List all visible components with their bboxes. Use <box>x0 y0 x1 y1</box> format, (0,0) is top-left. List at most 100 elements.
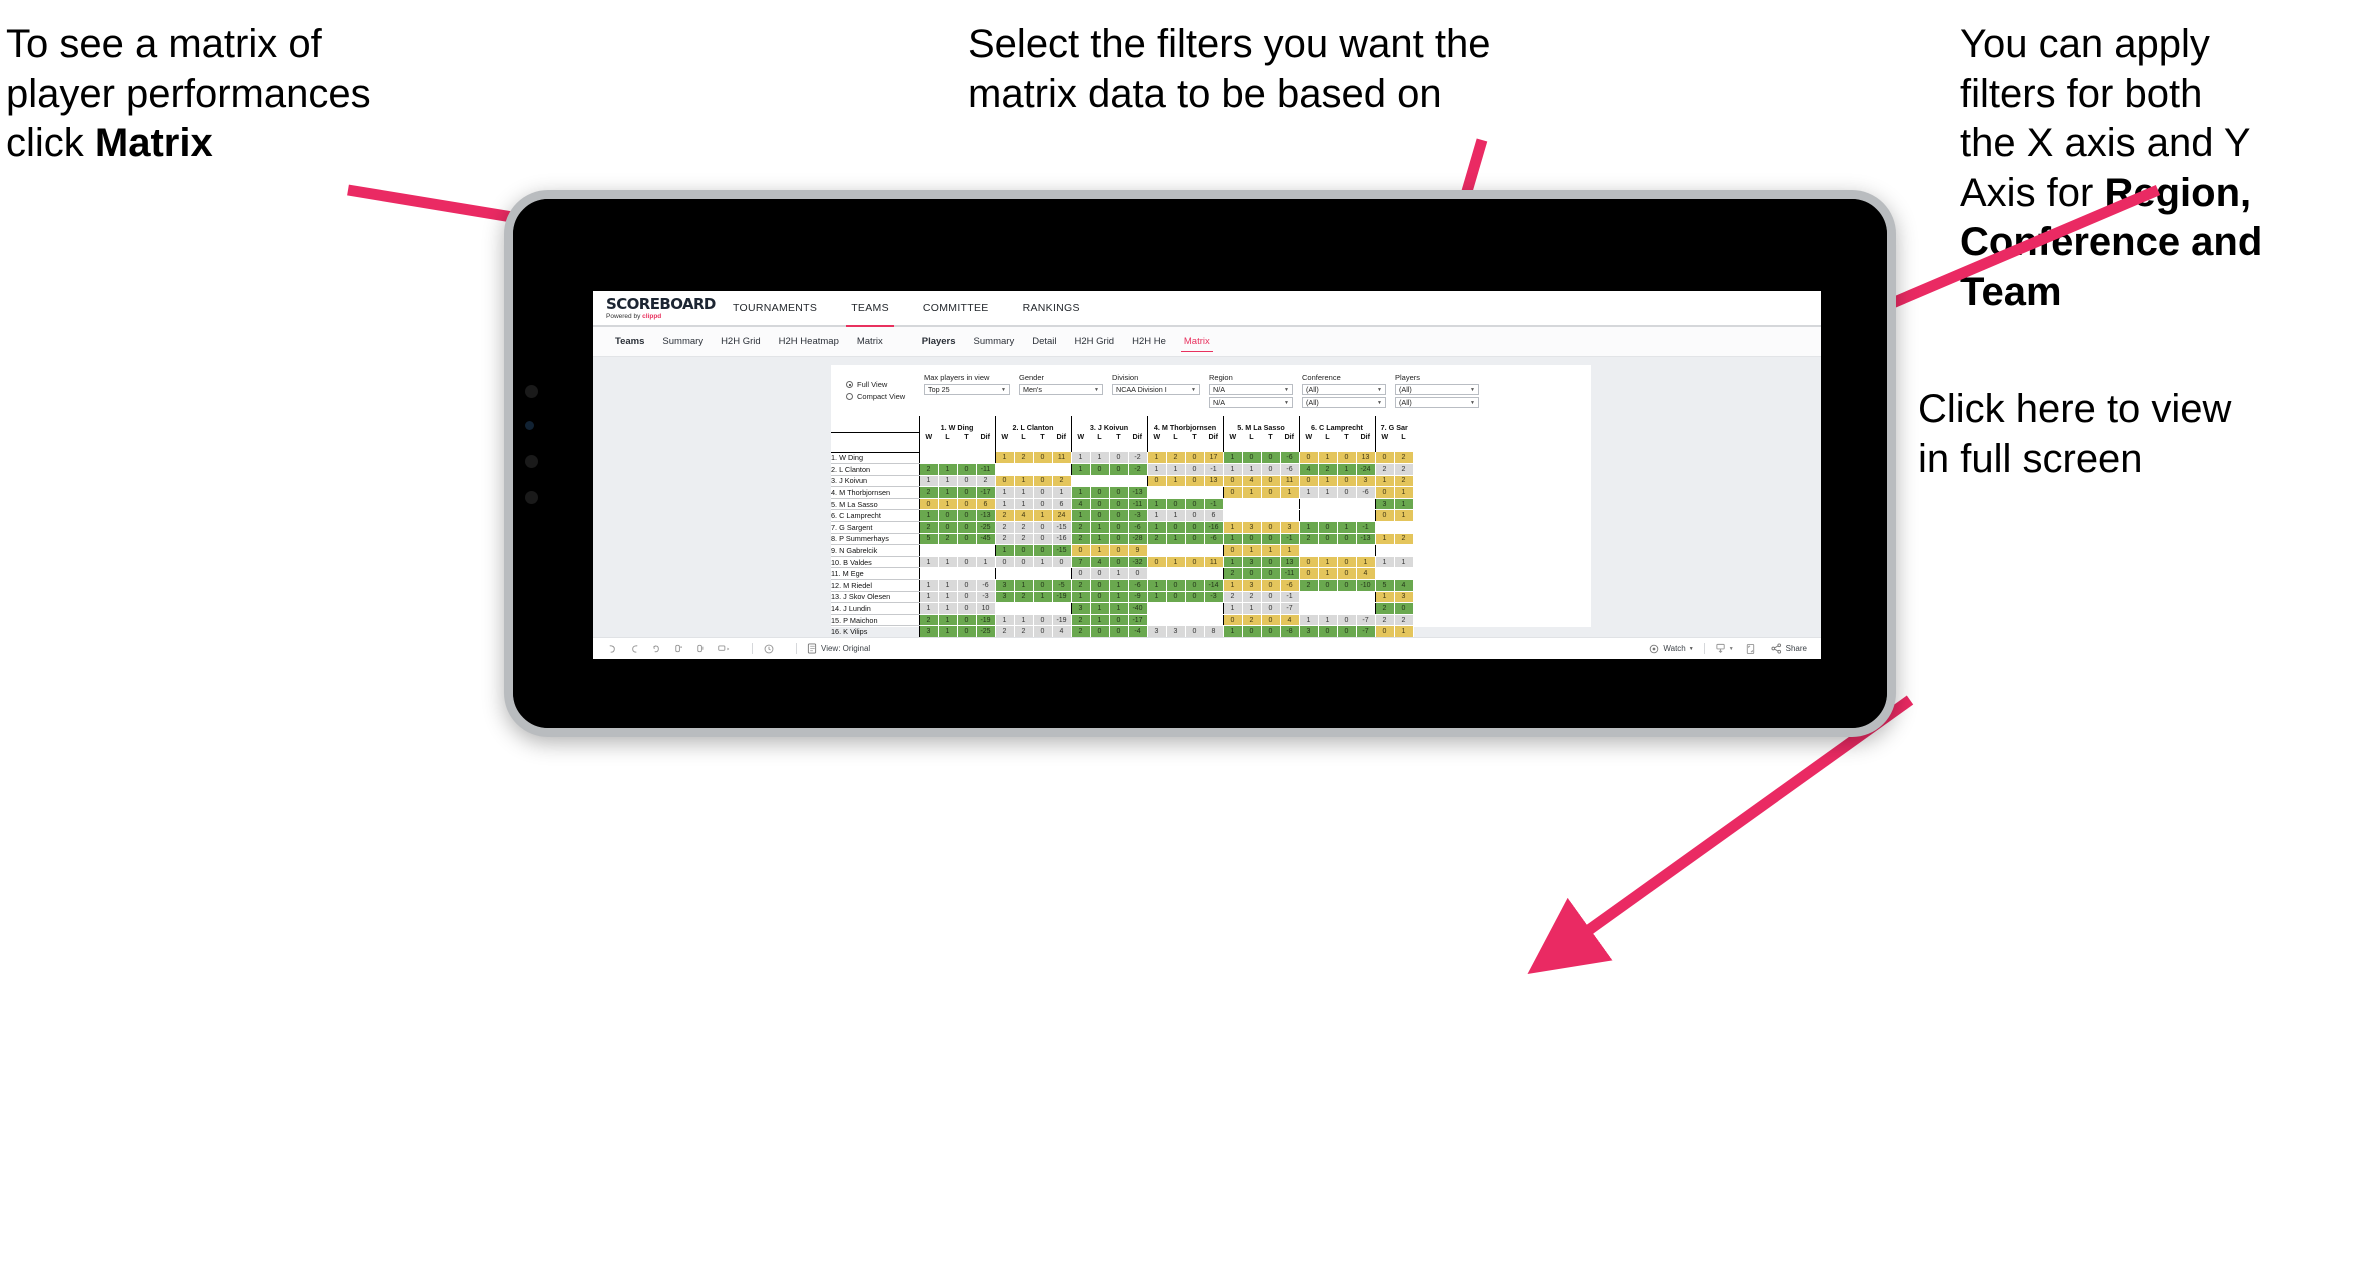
matrix-cell[interactable]: 0 <box>1185 556 1205 569</box>
matrix-cell[interactable]: 5 <box>1374 579 1395 592</box>
matrix-cell[interactable]: 2 <box>1394 463 1414 476</box>
matrix-cell[interactable]: -7 <box>1280 602 1300 615</box>
matrix-cell[interactable] <box>1298 591 1318 604</box>
matrix-cell[interactable] <box>1166 567 1185 581</box>
matrix-cell[interactable]: 1 <box>1374 556 1395 569</box>
matrix-cell[interactable]: 0 <box>1033 533 1053 546</box>
matrix-cell[interactable]: 0 <box>1242 533 1262 546</box>
matrix-cell[interactable]: 0 <box>1261 463 1281 476</box>
matrix-cell[interactable] <box>1185 567 1204 581</box>
matrix-cell[interactable]: 0 <box>1185 452 1205 465</box>
matrix-cell[interactable] <box>1166 614 1185 627</box>
matrix-cell[interactable]: -6 <box>1280 452 1300 465</box>
filter-region-select-y[interactable]: N/A ▼ <box>1209 397 1293 408</box>
matrix-cell[interactable] <box>1014 463 1033 476</box>
matrix-cell[interactable]: 0 <box>1109 452 1129 465</box>
matrix-cell[interactable]: 3 <box>1356 475 1376 488</box>
matrix-cell[interactable]: 1 <box>1166 556 1186 569</box>
share-button[interactable]: Share <box>1771 643 1807 654</box>
matrix-cell[interactable]: 1 <box>1052 486 1072 499</box>
matrix-cell[interactable] <box>1394 544 1413 557</box>
matrix-cell[interactable]: 2 <box>1374 614 1395 627</box>
matrix-cell[interactable]: 4 <box>1070 498 1091 511</box>
matrix-cell[interactable]: -13 <box>1356 533 1376 546</box>
matrix-cell[interactable]: 1 <box>1146 509 1167 523</box>
matrix-cell[interactable]: 0 <box>1222 486 1243 499</box>
matrix-cell[interactable]: 1 <box>1394 556 1414 569</box>
matrix-cell[interactable]: 0 <box>1374 452 1395 465</box>
matrix-cell[interactable]: 0 <box>938 509 958 523</box>
matrix-cell[interactable]: 4 <box>1356 567 1376 581</box>
matrix-cell[interactable]: 1 <box>1298 521 1319 534</box>
filter-conference-select-x[interactable]: (All) ▼ <box>1302 384 1386 395</box>
matrix-row[interactable]: 13. J Skov Olesen 1 1 0 -3 3 2 1 -19 1 0 1 -9 1 0 0 -3 2 2… <box>831 591 1414 604</box>
matrix-cell[interactable] <box>1298 509 1318 523</box>
matrix-cell[interactable]: 1 <box>994 614 1015 627</box>
matrix-cell[interactable] <box>957 544 976 557</box>
matrix-cell[interactable]: 0 <box>1298 567 1319 581</box>
matrix-cell[interactable]: -15 <box>1052 544 1072 557</box>
matrix-cell[interactable] <box>1185 614 1204 627</box>
matrix-cell[interactable]: 6 <box>1052 498 1072 511</box>
matrix-cell[interactable]: 1 <box>1318 567 1338 581</box>
matrix-cell[interactable]: 0 <box>1090 509 1110 523</box>
matrix-cell[interactable]: 1 <box>1166 509 1186 523</box>
matrix-cell[interactable]: 0 <box>1166 579 1186 592</box>
matrix-cell[interactable]: 1 <box>938 556 958 569</box>
matrix-cell[interactable]: -3 <box>1128 509 1148 523</box>
matrix-cell[interactable]: 2 <box>1014 521 1034 534</box>
matrix-cell[interactable]: 24 <box>1052 509 1072 523</box>
matrix-cell[interactable]: 1 <box>1222 521 1243 534</box>
matrix-cell[interactable]: 1 <box>1166 475 1186 488</box>
matrix-cell[interactable] <box>1185 486 1204 499</box>
matrix-cell[interactable] <box>1280 498 1299 511</box>
matrix-row[interactable]: 15. P Maichon 2 1 0 -19 1 1 0 -19 2 1 0 -17 0 2 0 4 1 1 0 -7… <box>831 614 1414 627</box>
subnav-teams-summary[interactable]: Summary <box>653 327 712 356</box>
matrix-row[interactable]: 9. N Gabrelcik 1 0 0 -15 0 1 0 9 0 1 1 1 <box>831 544 1413 557</box>
matrix-cell[interactable]: 1 <box>938 463 958 476</box>
matrix-cell[interactable]: 0 <box>1261 521 1281 534</box>
matrix-cell[interactable]: 0 <box>957 486 977 499</box>
matrix-cell[interactable]: 3 <box>1166 625 1186 638</box>
matrix-cell[interactable]: 0 <box>1033 544 1053 557</box>
matrix-cell[interactable]: 0 <box>1318 533 1338 546</box>
matrix-cell[interactable]: -25 <box>976 521 996 534</box>
matrix-cell[interactable]: 1 <box>1033 509 1053 523</box>
matrix-cell[interactable] <box>1052 567 1071 581</box>
matrix-cell[interactable]: -3 <box>976 591 996 604</box>
matrix-cell[interactable]: 3 <box>994 591 1015 604</box>
matrix-cell[interactable]: -11 <box>1280 567 1300 581</box>
matrix-cell[interactable]: 1 <box>1014 486 1034 499</box>
matrix-cell[interactable]: 1 <box>1242 544 1262 557</box>
matrix-cell[interactable]: -15 <box>1052 521 1072 534</box>
matrix-cell[interactable]: 0 <box>1261 533 1281 546</box>
matrix-cell[interactable]: 0 <box>994 556 1015 569</box>
filter-gender-select[interactable]: Men's ▼ <box>1019 384 1103 395</box>
matrix-cell[interactable]: -16 <box>1204 521 1224 534</box>
matrix-container[interactable]: 1. W Ding 2. L Clanton 3. J Koivun 4. M Tho… <box>831 416 1591 659</box>
matrix-cell[interactable]: 0 <box>1337 614 1357 627</box>
matrix-cell[interactable] <box>1109 475 1128 488</box>
matrix-cell[interactable]: 6 <box>976 498 996 511</box>
matrix-cell[interactable]: 0 <box>1185 498 1205 511</box>
matrix-cell[interactable]: 0 <box>1337 567 1357 581</box>
matrix-cell[interactable]: 0 <box>994 475 1015 488</box>
matrix-cell[interactable]: 0 <box>1146 556 1167 569</box>
matrix-cell[interactable] <box>1033 602 1052 615</box>
matrix-cell[interactable] <box>1374 544 1394 557</box>
watch-button[interactable]: Watch ▼ <box>1649 644 1694 654</box>
matrix-cell[interactable]: 2 <box>1394 614 1414 627</box>
matrix-cell[interactable]: 2 <box>976 475 996 488</box>
matrix-cell[interactable]: 1 <box>1222 452 1243 465</box>
matrix-cell[interactable]: 0 <box>1261 579 1281 592</box>
redo-icon[interactable] <box>629 643 640 654</box>
matrix-cell[interactable]: 1 <box>1070 463 1091 476</box>
matrix-cell[interactable]: 0 <box>1337 625 1357 638</box>
matrix-cell[interactable]: 3 <box>1374 498 1395 511</box>
matrix-cell[interactable]: 4 <box>1394 579 1414 592</box>
matrix-cell[interactable]: 1 <box>1318 614 1338 627</box>
matrix-cell[interactable]: 0 <box>1261 556 1281 569</box>
matrix-cell[interactable] <box>1070 475 1090 488</box>
matrix-cell[interactable]: 1 <box>1146 579 1167 592</box>
matrix-cell[interactable]: 0 <box>918 498 939 511</box>
